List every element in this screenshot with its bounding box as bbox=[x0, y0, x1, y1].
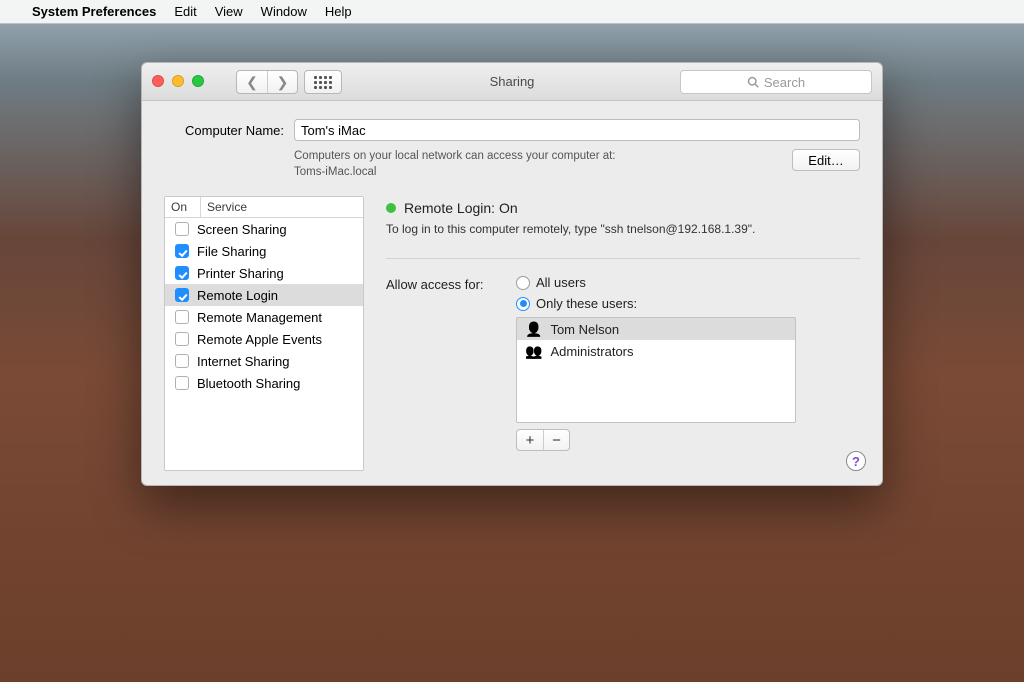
service-label: Remote Apple Events bbox=[197, 332, 357, 347]
service-label: Remote Login bbox=[197, 288, 357, 303]
add-remove-segment: + − bbox=[516, 429, 570, 451]
radio-only-label: Only these users: bbox=[536, 296, 637, 311]
status-subtext: To log in to this computer remotely, typ… bbox=[386, 222, 860, 236]
menu-help[interactable]: Help bbox=[325, 4, 352, 19]
app-menu[interactable]: System Preferences bbox=[32, 4, 156, 19]
service-row-printer-sharing[interactable]: Printer Sharing bbox=[165, 262, 363, 284]
computer-name-label: Computer Name: bbox=[164, 123, 294, 138]
user-name: Tom Nelson bbox=[550, 322, 619, 337]
service-label: Printer Sharing bbox=[197, 266, 357, 281]
status-indicator-icon bbox=[386, 203, 396, 213]
service-checkbox[interactable] bbox=[175, 310, 189, 324]
user-row[interactable]: 👤 Tom Nelson bbox=[517, 318, 795, 340]
service-row-file-sharing[interactable]: File Sharing bbox=[165, 240, 363, 262]
header-on[interactable]: On bbox=[165, 197, 201, 217]
menu-window[interactable]: Window bbox=[261, 4, 307, 19]
service-checkbox[interactable] bbox=[175, 376, 189, 390]
service-row-bluetooth-sharing[interactable]: Bluetooth Sharing bbox=[165, 372, 363, 394]
radio-button-icon bbox=[516, 276, 530, 290]
service-row-remote-login[interactable]: Remote Login bbox=[165, 284, 363, 306]
help-button[interactable]: ? bbox=[846, 451, 866, 471]
computer-name-input[interactable] bbox=[294, 119, 860, 141]
computer-name-row: Computer Name: bbox=[142, 101, 882, 147]
service-row-internet-sharing[interactable]: Internet Sharing bbox=[165, 350, 363, 372]
service-checkbox[interactable] bbox=[175, 354, 189, 368]
services-header: On Service bbox=[165, 197, 363, 218]
radio-all-label: All users bbox=[536, 275, 586, 290]
menu-view[interactable]: View bbox=[215, 4, 243, 19]
service-label: Screen Sharing bbox=[197, 222, 357, 237]
access-label: Allow access for: bbox=[386, 275, 506, 292]
search-placeholder: Search bbox=[764, 75, 805, 90]
user-icon: 👤 bbox=[525, 322, 542, 336]
service-label: Internet Sharing bbox=[197, 354, 357, 369]
radio-only-users[interactable]: Only these users: bbox=[516, 296, 860, 311]
search-field[interactable]: Search bbox=[680, 70, 872, 94]
add-user-button[interactable]: + bbox=[517, 430, 543, 450]
status-title: Remote Login: On bbox=[404, 200, 518, 216]
service-row-remote-apple-events[interactable]: Remote Apple Events bbox=[165, 328, 363, 350]
allowed-users-list[interactable]: 👤 Tom Nelson 👥 Administrators bbox=[516, 317, 796, 423]
titlebar: ❮ ❯ Sharing Search bbox=[142, 63, 882, 101]
radio-all-users[interactable]: All users bbox=[516, 275, 860, 290]
users-icon: 👥 bbox=[525, 344, 542, 358]
remove-user-button[interactable]: − bbox=[543, 430, 569, 450]
services-table: On Service Screen Sharing File Sharing Pri… bbox=[164, 196, 364, 471]
service-label: Remote Management bbox=[197, 310, 357, 325]
computer-name-help: Computers on your local network can acce… bbox=[142, 147, 882, 196]
user-name: Administrators bbox=[550, 344, 633, 359]
menubar: System Preferences Edit View Window Help bbox=[0, 0, 1024, 24]
user-row[interactable]: 👥 Administrators bbox=[517, 340, 795, 362]
service-checkbox[interactable] bbox=[175, 222, 189, 236]
service-checkbox[interactable] bbox=[175, 332, 189, 346]
service-checkbox[interactable] bbox=[175, 244, 189, 258]
radio-button-icon bbox=[516, 297, 530, 311]
service-row-remote-management[interactable]: Remote Management bbox=[165, 306, 363, 328]
sharing-window: ❮ ❯ Sharing Search Computer Name: Comput… bbox=[141, 62, 883, 486]
computer-name-help-text: Computers on your local network can acce… bbox=[294, 149, 792, 180]
edit-hostname-button[interactable]: Edit… bbox=[792, 149, 860, 171]
menu-edit[interactable]: Edit bbox=[174, 4, 196, 19]
service-detail: Remote Login: On To log in to this compu… bbox=[386, 196, 860, 471]
divider bbox=[386, 258, 860, 259]
service-checkbox[interactable] bbox=[175, 288, 189, 302]
search-icon bbox=[747, 76, 759, 88]
header-service[interactable]: Service bbox=[201, 197, 363, 217]
service-row-screen-sharing[interactable]: Screen Sharing bbox=[165, 218, 363, 240]
service-label: File Sharing bbox=[197, 244, 357, 259]
service-label: Bluetooth Sharing bbox=[197, 376, 357, 391]
service-checkbox[interactable] bbox=[175, 266, 189, 280]
